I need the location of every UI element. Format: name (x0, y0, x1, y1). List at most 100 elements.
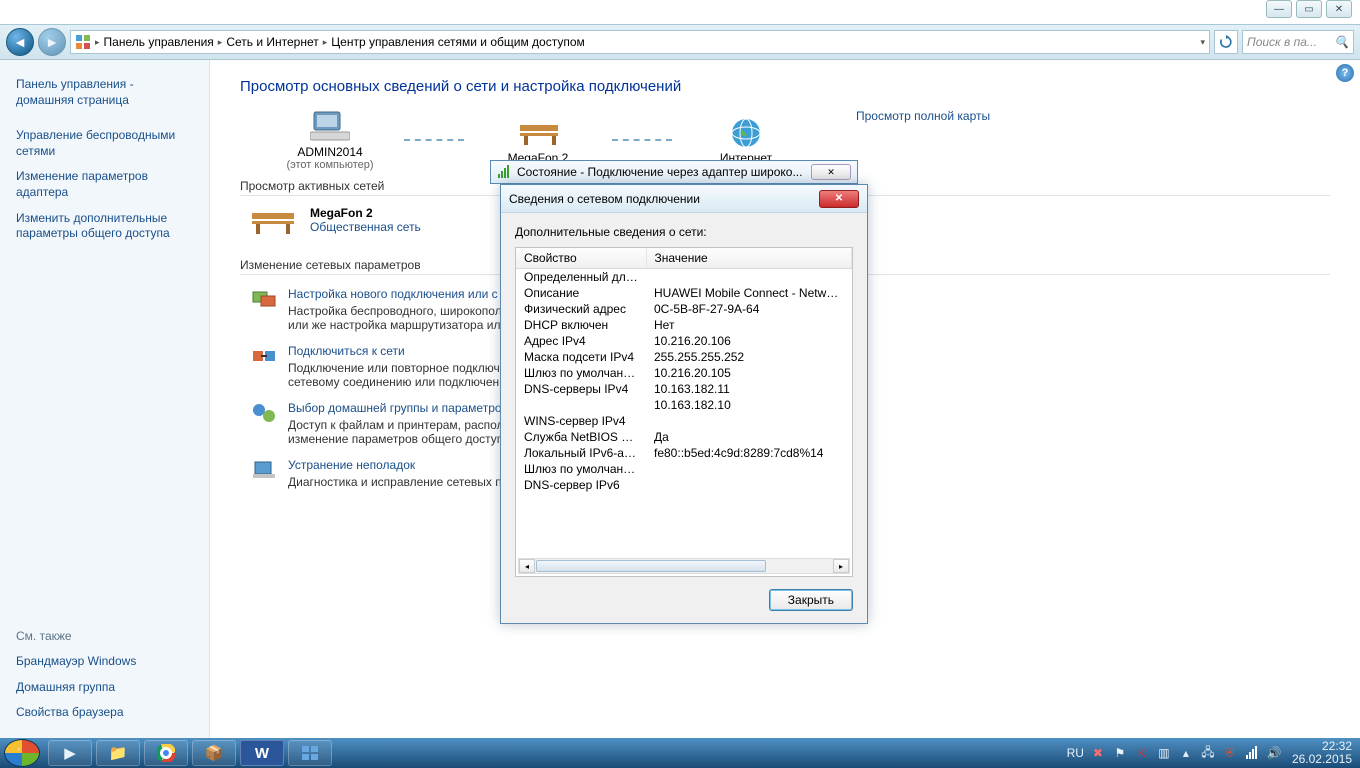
col-value[interactable]: Значение (646, 248, 852, 269)
sidebar-firewall-link[interactable]: Брандмауэр Windows (16, 654, 193, 670)
map-network[interactable]: MegaFon 2 (478, 115, 598, 165)
minimize-button[interactable]: — (1266, 0, 1292, 18)
map-pc-name: ADMIN2014 (297, 145, 362, 159)
table-row[interactable]: ОписаниеHUAWEI Mobile Connect - Network … (516, 285, 852, 301)
table-row[interactable]: Служба NetBIOS через...Да (516, 429, 852, 445)
dialog-titlebar[interactable]: Сведения о сетевом подключении ✕ (501, 185, 867, 213)
dropdown-icon[interactable]: ▾ (1200, 37, 1205, 48)
property-name: Шлюз по умолчанию IP... (516, 365, 646, 381)
status-close-button[interactable]: ✕ (811, 164, 851, 180)
taskbar-word[interactable]: W (240, 740, 284, 766)
window-controls: — ▭ ✕ (1266, 0, 1352, 18)
breadcrumb[interactable]: ▸ Панель управления ▸ Сеть и Интернет ▸ … (70, 30, 1210, 54)
see-also-label: См. также (16, 629, 193, 643)
taskbar-media-player[interactable]: ▶ (48, 740, 92, 766)
table-row[interactable]: Шлюз по умолчанию IP... (516, 461, 852, 477)
tray-network-icon[interactable]: 🖧 (1200, 745, 1216, 761)
task-desc: Подключение или повторное подключ сетево… (288, 361, 500, 389)
sidebar-homegroup-link[interactable]: Домашняя группа (16, 680, 193, 696)
col-property[interactable]: Свойство (516, 248, 646, 269)
property-value: HUAWEI Mobile Connect - Network Adap (646, 285, 852, 301)
forward-button[interactable]: ► (38, 28, 66, 56)
dialog-body: Дополнительные сведения о сети: Свойство… (501, 213, 867, 623)
breadcrumb-item[interactable]: Панель управления (104, 35, 214, 49)
table-row[interactable]: Определенный для по... (516, 269, 852, 286)
property-name (516, 397, 646, 413)
sidebar-link-wireless[interactable]: Управление беспроводными сетями (16, 128, 193, 159)
property-value (646, 269, 852, 286)
close-button[interactable]: ✕ (1326, 0, 1352, 18)
table-row[interactable]: Локальный IPv6-адрес...fe80::b5ed:4c9d:8… (516, 445, 852, 461)
map-this-pc[interactable]: ADMIN2014 (этот компьютер) (270, 109, 390, 171)
dialog-close-button[interactable]: ✕ (819, 190, 859, 208)
breadcrumb-item[interactable]: Сеть и Интернет (226, 35, 318, 49)
sidebar-browser-link[interactable]: Свойства браузера (16, 705, 193, 721)
language-indicator[interactable]: RU (1067, 746, 1084, 760)
tray-up-icon[interactable]: ▴ (1178, 745, 1194, 761)
dialog-title: Сведения о сетевом подключении (509, 192, 700, 206)
tray-kaspersky-icon[interactable]: K (1134, 745, 1150, 761)
table-row[interactable]: DNS-серверы IPv410.163.182.11 (516, 381, 852, 397)
scroll-right-icon[interactable]: ▸ (833, 559, 849, 573)
table-row[interactable]: DNS-сервер IPv6 (516, 477, 852, 493)
tray-folder-icon[interactable]: ▥ (1156, 745, 1172, 761)
sidebar-home-link[interactable]: Панель управления - домашняя страница (16, 77, 193, 108)
taskbar-explorer[interactable]: 📁 (96, 740, 140, 766)
tray-signal-icon[interactable] (1244, 745, 1260, 761)
tray-volume-icon[interactable]: 🔊 (1266, 745, 1282, 761)
task-title-link[interactable]: Подключиться к сети (288, 344, 500, 358)
maximize-button[interactable]: ▭ (1296, 0, 1322, 18)
start-button[interactable] (4, 739, 40, 767)
scroll-left-icon[interactable]: ◂ (519, 559, 535, 573)
close-button[interactable]: Закрыть (769, 589, 853, 611)
task-title-link[interactable]: Выбор домашней группы и параметро (288, 401, 504, 415)
taskbar-winrar[interactable]: 📦 (192, 740, 236, 766)
taskbar: ▶ 📁 📦 W RU ✖ ⚑ K ▥ ▴ 🖧 ⛨ 🔊 22:32 26.02.2… (0, 738, 1360, 768)
control-panel-icon (75, 34, 91, 50)
table-row[interactable]: Физический адрес0C-5B-8F-27-9A-64 (516, 301, 852, 317)
sidebar-link-sharing[interactable]: Изменить дополнительные параметры общего… (16, 211, 193, 242)
map-internet[interactable]: Интернет (686, 115, 806, 165)
table-row[interactable]: WINS-сервер IPv4 (516, 413, 852, 429)
help-icon[interactable]: ? (1336, 64, 1354, 82)
horizontal-scrollbar[interactable]: ◂ ▸ (518, 558, 850, 574)
view-full-map-link[interactable]: Просмотр полной карты (856, 109, 990, 123)
property-name: Служба NetBIOS через... (516, 429, 646, 445)
scroll-thumb[interactable] (536, 560, 766, 572)
active-network-type-link[interactable]: Общественная сеть (310, 220, 421, 234)
network-details-dialog: Сведения о сетевом подключении ✕ Дополни… (500, 184, 868, 624)
clock-date: 26.02.2015 (1292, 753, 1352, 766)
computer-icon (310, 109, 350, 145)
property-value (646, 477, 852, 493)
tray-shield-icon[interactable]: ⛨ (1222, 745, 1238, 761)
table-row[interactable]: Шлюз по умолчанию IP...10.216.20.105 (516, 365, 852, 381)
status-dialog-titlebar[interactable]: Состояние - Подключение через адаптер ши… (490, 160, 858, 184)
tray-flag-icon[interactable]: ⚑ (1112, 745, 1128, 761)
table-row[interactable]: DHCP включенНет (516, 317, 852, 333)
chevron-right-icon: ▸ (218, 37, 223, 48)
system-tray: RU ✖ ⚑ K ▥ ▴ 🖧 ⛨ 🔊 22:32 26.02.2015 (1067, 740, 1356, 766)
property-value: 255.255.255.252 (646, 349, 852, 365)
task-title-link[interactable]: Устранение неполадок (288, 458, 508, 472)
table-row[interactable]: Маска подсети IPv4255.255.255.252 (516, 349, 852, 365)
task-desc: Настройка беспроводного, широкопол. или … (288, 304, 505, 332)
breadcrumb-item[interactable]: Центр управления сетями и общим доступом (331, 35, 585, 49)
search-icon: 🔍 (1334, 35, 1349, 49)
table-row[interactable]: 10.163.182.10 (516, 397, 852, 413)
table-row[interactable]: Адрес IPv410.216.20.106 (516, 333, 852, 349)
sidebar-link-adapter[interactable]: Изменение параметров адаптера (16, 169, 193, 200)
search-input[interactable]: Поиск в па... 🔍 (1242, 30, 1354, 54)
refresh-button[interactable] (1214, 30, 1238, 54)
sidebar: Панель управления - домашняя страница Уп… (0, 60, 210, 738)
property-value: 0C-5B-8F-27-9A-64 (646, 301, 852, 317)
taskbar-control-panel[interactable] (288, 740, 332, 766)
task-title-link[interactable]: Настройка нового подключения или с (288, 287, 505, 301)
tray-close-icon[interactable]: ✖ (1090, 745, 1106, 761)
homegroup-icon (250, 401, 278, 425)
taskbar-chrome[interactable] (144, 740, 188, 766)
new-connection-icon (250, 287, 278, 311)
clock[interactable]: 22:32 26.02.2015 (1292, 740, 1352, 766)
property-name: Определенный для по... (516, 269, 646, 286)
back-button[interactable]: ◄ (6, 28, 34, 56)
property-value: Нет (646, 317, 852, 333)
